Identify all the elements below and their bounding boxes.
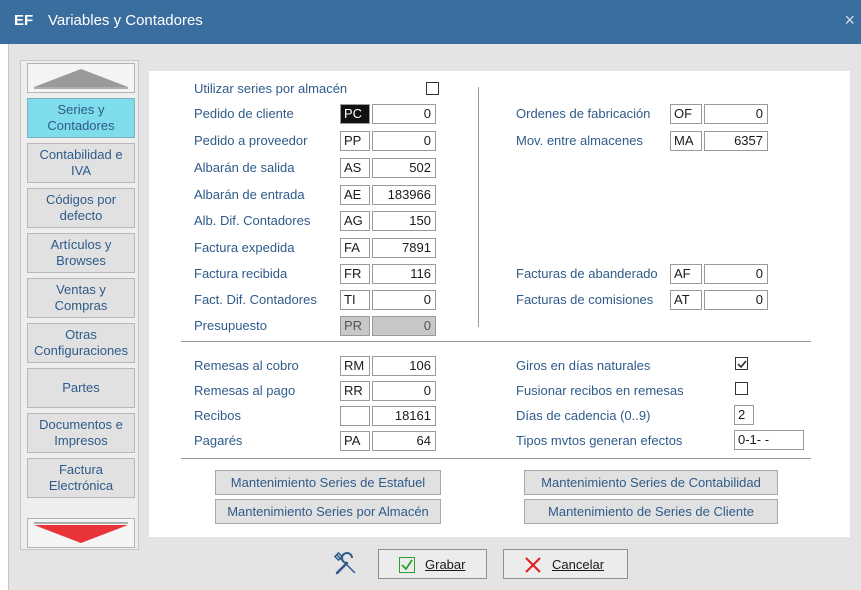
- x-cancel-icon: [525, 557, 541, 573]
- factura-recibida-code[interactable]: FR: [340, 264, 370, 284]
- app-logo: EF: [14, 12, 34, 29]
- tipos-mvtos-label: Tipos mvtos generan efectos: [516, 433, 683, 448]
- pagares-value[interactable]: 64: [372, 431, 436, 451]
- scroll-down-button[interactable]: [27, 518, 135, 548]
- check-icon: [399, 557, 415, 573]
- remesas-pago-value[interactable]: 0: [372, 381, 436, 401]
- pedido-proveedor-label: Pedido a proveedor: [194, 133, 308, 148]
- utilizar-series-checkbox[interactable]: [426, 82, 439, 95]
- sidebar: Series y Contadores Contabilidad e IVA C…: [20, 60, 139, 550]
- mov-almacenes-label: Mov. entre almacenes: [516, 133, 643, 148]
- sidebar-item-ventas-compras[interactable]: Ventas y Compras: [27, 278, 135, 318]
- recibos-label: Recibos: [194, 408, 241, 423]
- column-divider: [478, 87, 479, 327]
- section-divider: [181, 341, 811, 342]
- remesas-cobro-value[interactable]: 106: [372, 356, 436, 376]
- fact-dif-contadores-value[interactable]: 0: [372, 290, 436, 310]
- utilizar-series-label: Utilizar series por almacén: [194, 81, 348, 96]
- cancelar-button[interactable]: Cancelar: [503, 549, 628, 579]
- cadencia-label: Días de cadencia (0..9): [516, 408, 651, 423]
- factura-expedida-value[interactable]: 7891: [372, 238, 436, 258]
- sidebar-item-factura-electronica[interactable]: Factura Electrónica: [27, 458, 135, 498]
- grabar-button[interactable]: Grabar: [378, 549, 487, 579]
- grabar-label: Grabar: [425, 557, 466, 572]
- sidebar-item-articulos-browses[interactable]: Artículos y Browses: [27, 233, 135, 273]
- alb-dif-contadores-value[interactable]: 150: [372, 211, 436, 231]
- pagares-label: Pagarés: [194, 433, 243, 448]
- presupuesto-label: Presupuesto: [194, 318, 267, 333]
- sidebar-item-documentos-impresos[interactable]: Documentos e Impresos: [27, 413, 135, 453]
- mant-series-cliente-button[interactable]: Mantenimiento de Series de Cliente: [524, 499, 778, 524]
- facturas-abanderado-value[interactable]: 0: [704, 264, 768, 284]
- pedido-cliente-value[interactable]: 0: [372, 104, 436, 124]
- presupuesto-value: 0: [372, 316, 436, 336]
- buttons-divider: [181, 458, 811, 459]
- presupuesto-code: PR: [340, 316, 370, 336]
- tipos-mvtos-input[interactable]: 0-1- -: [734, 430, 804, 450]
- title-bar: EF Variables y Contadores ×: [0, 0, 861, 44]
- mant-series-estafuel-button[interactable]: Mantenimiento Series de Estafuel: [215, 470, 441, 495]
- recibos-value[interactable]: 18161: [372, 406, 436, 426]
- sidebar-item-codigos-defecto[interactable]: Códigos por defecto: [27, 188, 135, 228]
- fact-dif-contadores-code[interactable]: TI: [340, 290, 370, 310]
- triangle-up-icon: [34, 69, 128, 89]
- albaran-salida-code[interactable]: AS: [340, 158, 370, 178]
- factura-expedida-label: Factura expedida: [194, 240, 295, 255]
- mant-series-contabilidad-button[interactable]: Mantenimiento Series de Contabilidad: [524, 470, 778, 495]
- ordenes-fabricacion-label: Ordenes de fabricación: [516, 106, 651, 121]
- pedido-proveedor-value[interactable]: 0: [372, 131, 436, 151]
- tools-icon[interactable]: [333, 551, 359, 577]
- facturas-comisiones-value[interactable]: 0: [704, 290, 768, 310]
- fusionar-checkbox[interactable]: [735, 382, 748, 395]
- close-icon[interactable]: ×: [844, 10, 855, 31]
- window-title: Variables y Contadores: [48, 12, 203, 29]
- facturas-comisiones-label: Facturas de comisiones: [516, 292, 654, 307]
- facturas-abanderado-label: Facturas de abanderado: [516, 266, 658, 281]
- fusionar-label: Fusionar recibos en remesas: [516, 383, 684, 398]
- albaran-salida-value[interactable]: 502: [372, 158, 436, 178]
- factura-recibida-label: Factura recibida: [194, 266, 288, 281]
- triangle-down-icon: [34, 522, 128, 543]
- facturas-comisiones-code[interactable]: AT: [670, 290, 702, 310]
- ordenes-fabricacion-code[interactable]: OF: [670, 104, 702, 124]
- pagares-code[interactable]: PA: [340, 431, 370, 451]
- pedido-cliente-label: Pedido de cliente: [194, 106, 294, 121]
- albaran-salida-label: Albarán de salida: [194, 160, 295, 175]
- cancelar-label: Cancelar: [552, 557, 605, 572]
- fact-dif-contadores-label: Fact. Dif. Contadores: [194, 292, 317, 307]
- albaran-entrada-label: Albarán de entrada: [194, 187, 305, 202]
- mov-almacenes-code[interactable]: MA: [670, 131, 702, 151]
- alb-dif-contadores-label: Alb. Dif. Contadores: [194, 213, 311, 228]
- checkmark-icon: [737, 360, 747, 369]
- remesas-pago-label: Remesas al pago: [194, 383, 296, 398]
- giros-checkbox[interactable]: [735, 357, 748, 370]
- ordenes-fabricacion-value[interactable]: 0: [704, 104, 768, 124]
- factura-recibida-value[interactable]: 116: [372, 264, 436, 284]
- mov-almacenes-value[interactable]: 6357: [704, 131, 768, 151]
- pedido-proveedor-code[interactable]: PP: [340, 131, 370, 151]
- scroll-up-button[interactable]: [27, 63, 135, 93]
- remesas-cobro-code[interactable]: RM: [340, 356, 370, 376]
- factura-expedida-code[interactable]: FA: [340, 238, 370, 258]
- albaran-entrada-value[interactable]: 183966: [372, 185, 436, 205]
- pedido-cliente-code[interactable]: PC: [340, 104, 370, 124]
- sidebar-item-otras-configuraciones[interactable]: Otras Configuraciones: [27, 323, 135, 363]
- sidebar-item-contabilidad-iva[interactable]: Contabilidad e IVA: [27, 143, 135, 183]
- sidebar-item-series-contadores[interactable]: Series y Contadores: [27, 98, 135, 138]
- remesas-cobro-label: Remesas al cobro: [194, 358, 299, 373]
- alb-dif-contadores-code[interactable]: AG: [340, 211, 370, 231]
- sidebar-item-partes[interactable]: Partes: [27, 368, 135, 408]
- albaran-entrada-code[interactable]: AE: [340, 185, 370, 205]
- cadencia-input[interactable]: 2: [734, 405, 754, 425]
- facturas-abanderado-code[interactable]: AF: [670, 264, 702, 284]
- giros-label: Giros en días naturales: [516, 358, 651, 373]
- recibos-code[interactable]: [340, 406, 370, 426]
- mant-series-almacen-button[interactable]: Mantenimiento Series por Almacén: [215, 499, 441, 524]
- remesas-pago-code[interactable]: RR: [340, 381, 370, 401]
